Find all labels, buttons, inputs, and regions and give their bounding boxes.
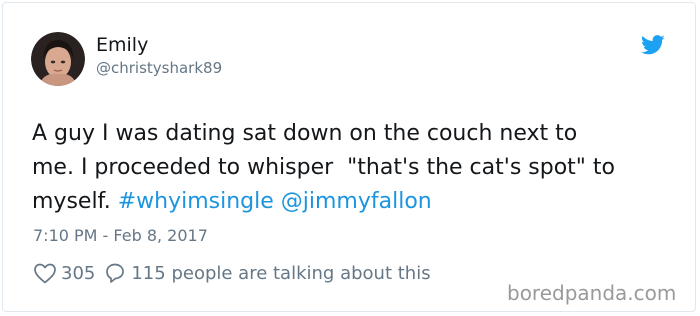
watermark: boredpanda.com [507,281,677,305]
reply-icon[interactable] [103,261,127,285]
mention-link[interactable]: @jimmyfallon [281,189,432,214]
twitter-bird-icon[interactable] [641,35,665,55]
hashtag-link[interactable]: #whyimsingle [118,189,274,214]
conversation-text[interactable]: 115 people are talking about this [131,263,430,284]
tweet-text-line: me. I proceeded to whisper "that's the c… [32,155,615,180]
display-name[interactable]: Emily [96,34,148,56]
tweet-text-line: A guy I was dating sat down on the couch… [32,121,578,146]
tweet-text: A guy I was dating sat down on the couch… [32,117,682,219]
tweet-text-segment: myself. [32,189,118,214]
avatar[interactable] [31,32,85,86]
tweet-text-line: myself. #whyimsingle @jimmyfallon [32,185,682,219]
heart-icon[interactable] [33,262,57,284]
user-handle[interactable]: @christyshark89 [96,59,222,77]
like-count[interactable]: 305 [61,263,95,284]
tweet-actions: 305 115 people are talking about this [33,260,431,286]
tweet-timestamp[interactable]: 7:10 PM - Feb 8, 2017 [33,226,208,245]
